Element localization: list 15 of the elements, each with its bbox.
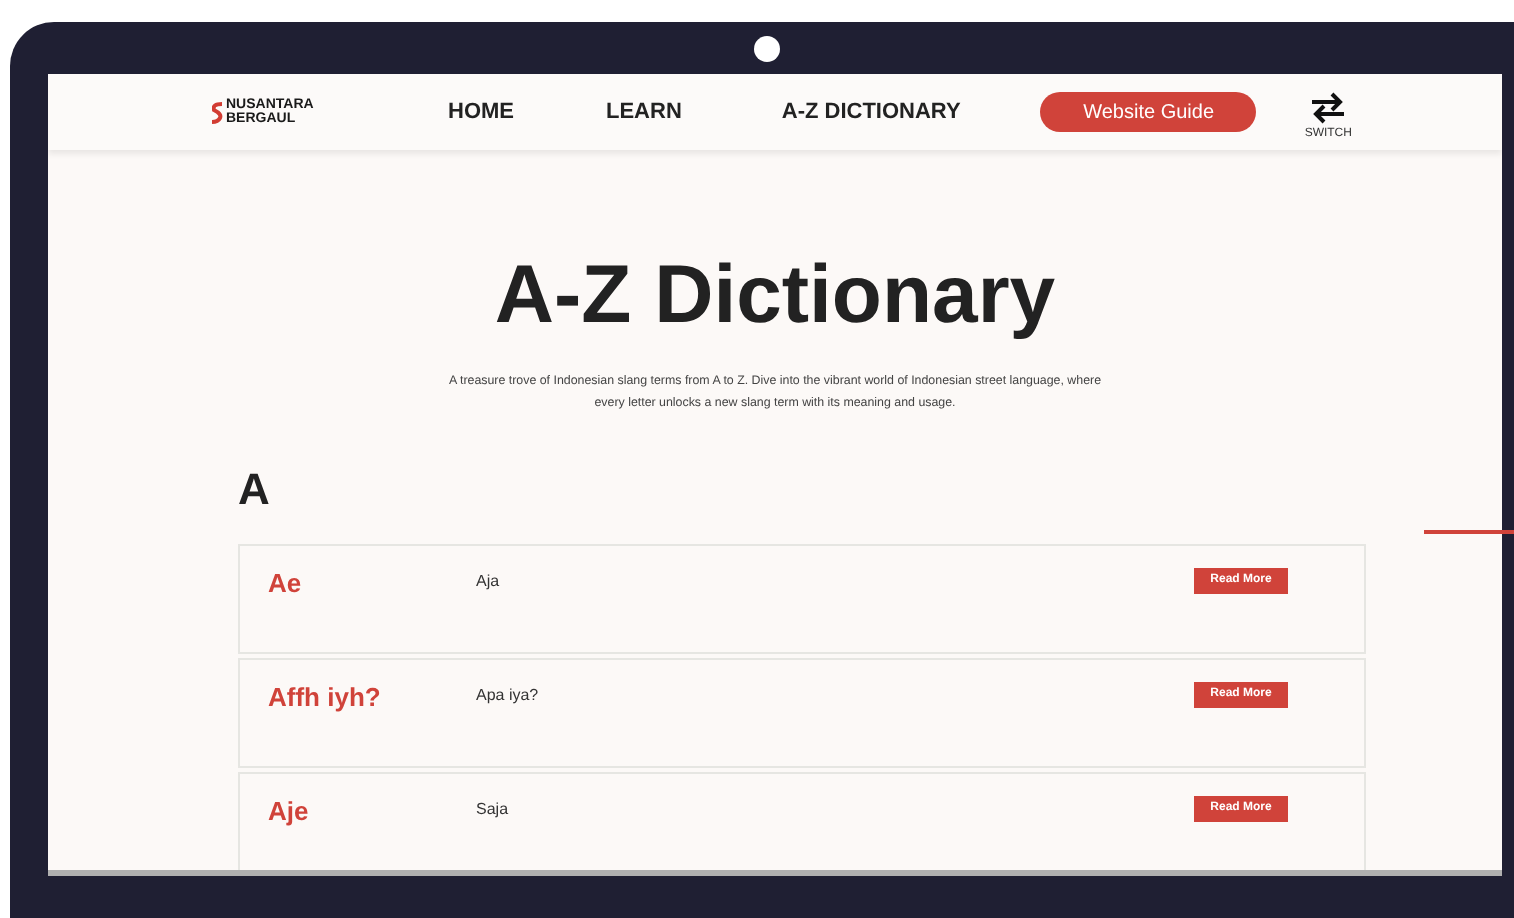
slang-term: Affh iyh? [268,680,383,716]
slang-term: Aje [268,794,311,830]
website-guide-button[interactable]: Website Guide [1040,92,1257,132]
logo-icon [212,101,224,123]
letter-heading: A [238,464,272,516]
accent-line [1424,530,1514,534]
term-meaning: Saja [476,798,511,822]
nav-link[interactable]: LEARN [606,95,682,129]
term-meaning: Aja [476,570,502,594]
page-title: A-Z Dictionary [492,246,1058,342]
slang-term: Ae [268,566,304,602]
switch-icon[interactable] [1310,92,1347,124]
nav-link[interactable]: HOME [448,95,514,129]
nav-link[interactable]: A-Z DICTIONARY [781,95,961,129]
term-meaning: Apa iya? [476,684,541,708]
